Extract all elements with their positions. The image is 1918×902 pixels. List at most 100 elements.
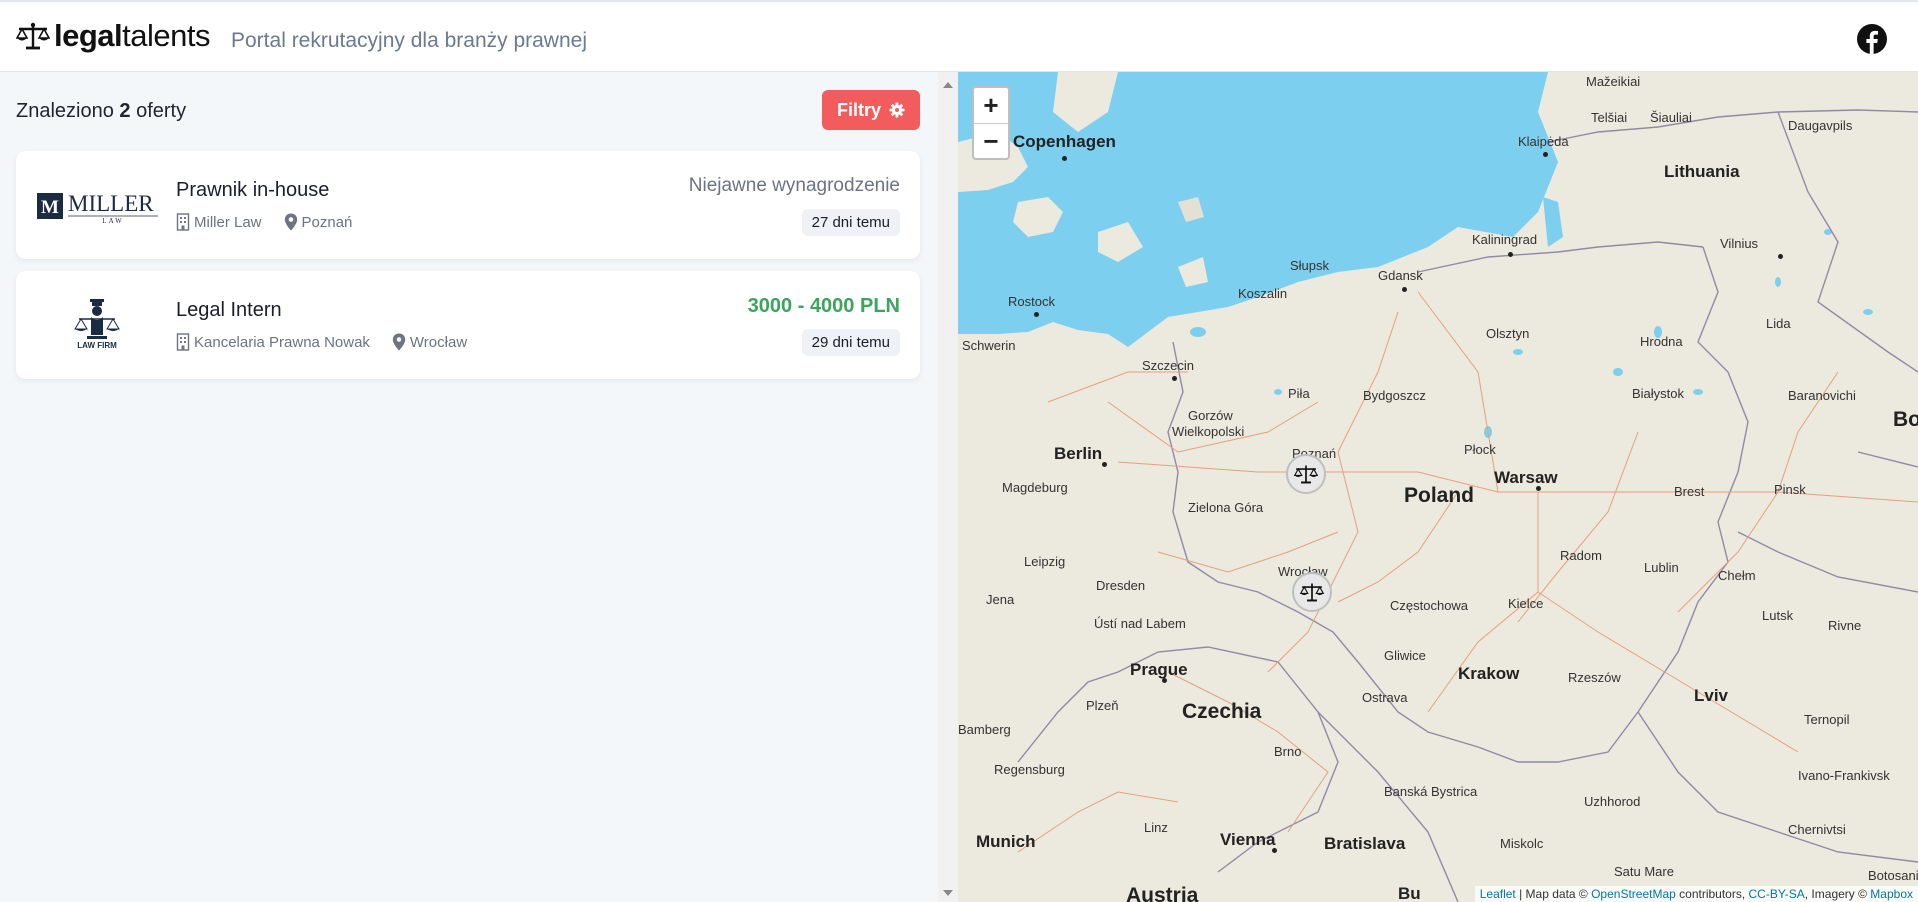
map-label-linz: Linz xyxy=(1144,820,1168,835)
city-dot xyxy=(1162,678,1167,683)
city-dot xyxy=(1172,376,1177,381)
map-label-olsztyn: Olsztyn xyxy=(1486,326,1530,341)
map-label-brno: Brno xyxy=(1274,744,1302,759)
map-label-brest: Brest xyxy=(1674,484,1705,499)
company-info: Kancelaria Prawna Nowak xyxy=(176,333,370,351)
posted-date-badge: 27 dni temu xyxy=(801,209,900,236)
map-label-rostock: Rostock xyxy=(1008,294,1055,309)
map-label-botosani: Botosani xyxy=(1868,868,1918,883)
map-label-bu: Bu xyxy=(1398,884,1421,902)
logo-text-bold: legal xyxy=(54,18,123,53)
results-number: 2 xyxy=(119,100,131,122)
map-label-pila: Piła xyxy=(1288,386,1310,401)
map-label-lviv: Lviv xyxy=(1694,686,1729,705)
map-label-kielce: Kielce xyxy=(1508,596,1544,611)
logo-sub-text: LAW xyxy=(102,217,123,225)
job-card[interactable]: M MILLER LAW Prawnik in-house Miller Law… xyxy=(16,151,920,259)
city-dot xyxy=(1778,254,1783,259)
osm-link[interactable]: OpenStreetMap xyxy=(1591,887,1676,901)
city-dot xyxy=(1508,252,1513,257)
location-info: Wrocław xyxy=(392,333,467,351)
map-label-ternopil: Ternopil xyxy=(1804,712,1850,727)
map-label-baranovichi: Baranovichi xyxy=(1788,388,1856,403)
company-logo-miller: M MILLER LAW xyxy=(32,171,162,239)
map-label-warsaw: Warsaw xyxy=(1494,468,1558,487)
map-label-vilnius: Vilnius xyxy=(1720,236,1759,251)
city-dot xyxy=(1272,848,1277,853)
logo-text: legaltalents xyxy=(54,20,210,51)
job-marker-poznan[interactable] xyxy=(1286,454,1326,494)
filters-button[interactable]: Filtry xyxy=(822,90,920,130)
map-label-plock: Płock xyxy=(1464,442,1496,457)
scroll-down-arrow-icon[interactable] xyxy=(943,890,953,896)
list-scrollbar[interactable] xyxy=(938,72,958,902)
map-label-gorzow: Gorzów xyxy=(1188,408,1233,423)
job-meta: Miller Law Poznań xyxy=(176,213,374,231)
map-label-lublin: Lublin xyxy=(1644,560,1679,575)
company-name: Kancelaria Prawna Nowak xyxy=(194,333,370,351)
mapbox-link[interactable]: Mapbox xyxy=(1870,887,1913,901)
posted-date-badge: 29 dni temu xyxy=(801,329,900,356)
salary: 3000 - 4000 PLN xyxy=(747,295,900,317)
gear-icon xyxy=(889,102,905,118)
map-label-ivano: Ivano-Frankivsk xyxy=(1798,768,1890,783)
location-info: Poznań xyxy=(284,213,352,231)
map-label-slupsk: Słupsk xyxy=(1290,258,1330,273)
facebook-icon[interactable] xyxy=(1857,24,1887,54)
map-view[interactable]: Copenhagen Lithuania Klaipėda Mažeikiai … xyxy=(958,72,1918,902)
map-label-austria: Austria xyxy=(1126,884,1199,902)
city-dot xyxy=(1402,287,1407,292)
map-label-uzhhorod: Uzhhorod xyxy=(1584,794,1641,809)
map-label-lithuania: Lithuania xyxy=(1664,162,1740,181)
logo-text-light: talents xyxy=(122,18,210,53)
map-label-miskolc: Miskolc xyxy=(1500,836,1544,851)
map-label-poland: Poland xyxy=(1404,484,1475,507)
scroll-up-arrow-icon[interactable] xyxy=(943,82,953,88)
map-label-pinsk: Pinsk xyxy=(1774,482,1806,497)
map-label-berlin: Berlin xyxy=(1054,444,1103,463)
city-dot xyxy=(1543,152,1548,157)
job-card[interactable]: LAW FIRM Legal Intern Kancelaria Prawna … xyxy=(16,271,920,379)
scales-icon xyxy=(16,22,50,49)
job-marker-wroclaw[interactable] xyxy=(1292,572,1332,612)
map-label-chernivtsi: Chernivtsi xyxy=(1788,822,1846,837)
map-label-prague: Prague xyxy=(1130,660,1188,679)
license-link[interactable]: CC-BY-SA xyxy=(1749,887,1805,901)
results-count: Znaleziono 2 oferty xyxy=(16,100,186,123)
job-list-panel: Znaleziono 2 oferty Filtry M MILLER LAW … xyxy=(0,72,938,902)
law-firm-logo: LAW FIRM xyxy=(74,299,120,350)
city-dot xyxy=(1034,312,1039,317)
map-label-bialystok: Białystok xyxy=(1632,386,1685,401)
city-dot xyxy=(1062,156,1067,161)
map-label-jena: Jena xyxy=(986,592,1015,607)
attribution-imagery: , Imagery © xyxy=(1804,887,1871,901)
job-title[interactable]: Prawnik in-house xyxy=(176,179,329,202)
map-label-rivne: Rivne xyxy=(1828,618,1862,633)
attribution-map-data: | Map data © xyxy=(1515,887,1592,901)
map-label-radom: Radom xyxy=(1560,548,1602,563)
site-logo[interactable]: legaltalents xyxy=(16,20,210,51)
map-zoom-control: + − xyxy=(972,86,1010,160)
map-label-klaipeda: Klaipėda xyxy=(1518,134,1569,149)
map-label-schwerin: Schwerin xyxy=(962,338,1016,353)
attribution-contributors: contributors, xyxy=(1675,887,1749,901)
job-title[interactable]: Legal Intern xyxy=(176,299,282,322)
map-label-usti: Ústí nad Labem xyxy=(1094,616,1186,631)
map-label-magdeburg: Magdeburg xyxy=(1002,480,1068,495)
zoom-out-button[interactable]: − xyxy=(974,124,1008,159)
top-header: legaltalents Portal rekrutacyjny dla bra… xyxy=(0,0,1918,72)
map-attribution: Leaflet | Map data © OpenStreetMap contr… xyxy=(1474,886,1918,902)
map-label-gliwice: Gliwice xyxy=(1384,648,1426,663)
zoom-in-button[interactable]: + xyxy=(974,88,1008,124)
map-label-copenhagen: Copenhagen xyxy=(1013,132,1116,151)
city-dot xyxy=(1536,486,1541,491)
map-label-czechia: Czechia xyxy=(1182,700,1262,723)
map-label-ostrava: Ostrava xyxy=(1362,690,1408,705)
map-label-bo: Bo xyxy=(1893,408,1918,431)
leaflet-link[interactable]: Leaflet xyxy=(1480,887,1516,901)
company-name: Miller Law xyxy=(194,213,262,231)
map-label-vienna: Vienna xyxy=(1220,830,1276,849)
company-info: Miller Law xyxy=(176,213,262,231)
map-label-leipzig: Leipzig xyxy=(1024,554,1066,569)
miller-law-logo: M MILLER LAW xyxy=(37,191,158,225)
